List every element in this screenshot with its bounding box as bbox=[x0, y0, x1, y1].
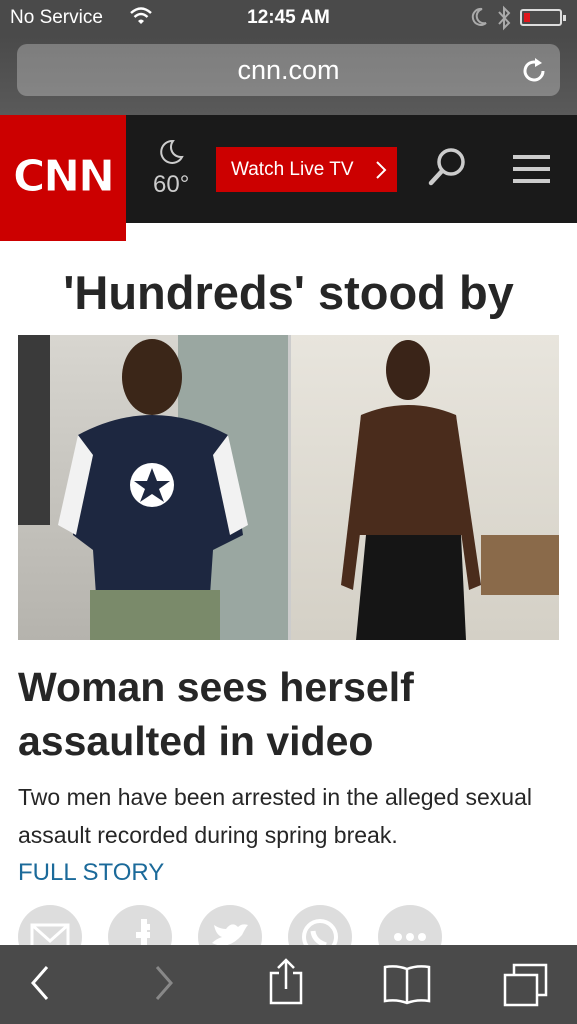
url-text: cnn.com bbox=[237, 55, 340, 85]
search-icon[interactable] bbox=[428, 147, 468, 187]
story-image-right bbox=[291, 335, 559, 640]
logo-text: CNN bbox=[13, 151, 116, 203]
story-image[interactable] bbox=[18, 335, 559, 640]
watch-live-label: Watch Live TV bbox=[231, 159, 354, 180]
status-bar: No Service 12:45 AM bbox=[0, 0, 577, 36]
menu-icon[interactable] bbox=[513, 155, 550, 191]
bluetooth-icon bbox=[498, 5, 511, 31]
browser-bar: cnn.com bbox=[0, 36, 577, 115]
tabs-icon[interactable] bbox=[502, 963, 550, 1009]
full-story-link[interactable]: FULL STORY bbox=[18, 859, 164, 887]
back-icon[interactable] bbox=[28, 963, 52, 1003]
share-icon[interactable] bbox=[268, 957, 304, 1007]
browser-toolbar bbox=[0, 945, 577, 1024]
reload-icon[interactable] bbox=[522, 57, 548, 85]
story-title[interactable]: Woman sees herself assaulted in video bbox=[18, 660, 558, 768]
temperature: 60° bbox=[153, 171, 190, 198]
clock: 12:45 AM bbox=[247, 7, 330, 28]
more-icon[interactable] bbox=[378, 905, 442, 945]
cnn-logo[interactable]: CNN bbox=[0, 115, 126, 241]
facebook-icon[interactable] bbox=[108, 905, 172, 945]
site-header: CNN 60° Watch Live TV bbox=[0, 115, 577, 241]
story-image-left bbox=[18, 335, 288, 640]
share-row bbox=[0, 905, 577, 945]
story-description: Two men have been arrested in the allege… bbox=[18, 784, 532, 848]
top-headline[interactable]: 'Hundreds' stood by bbox=[0, 265, 577, 320]
bookmarks-icon[interactable] bbox=[382, 963, 432, 1007]
watch-live-tv-button[interactable]: Watch Live TV bbox=[216, 147, 397, 192]
address-bar[interactable]: cnn.com bbox=[17, 44, 560, 96]
moon-icon bbox=[471, 7, 487, 26]
battery-icon bbox=[520, 9, 566, 26]
person-illustration-left bbox=[18, 335, 288, 640]
moon-icon bbox=[160, 139, 184, 164]
twitter-icon[interactable] bbox=[198, 905, 262, 945]
email-icon[interactable] bbox=[18, 905, 82, 945]
person-illustration-right bbox=[341, 340, 559, 640]
chevron-right-icon bbox=[376, 161, 387, 179]
forward-icon[interactable] bbox=[152, 963, 176, 1003]
whatsapp-icon[interactable] bbox=[288, 905, 352, 945]
